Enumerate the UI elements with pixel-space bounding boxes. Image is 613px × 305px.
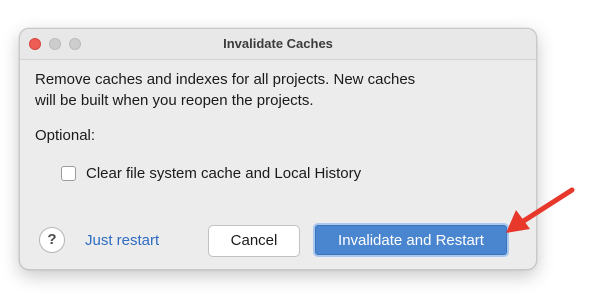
screenshot-stage: Invalidate Caches Remove caches and inde… (0, 0, 613, 305)
message-line-1: Remove caches and indexes for all projec… (35, 71, 416, 88)
just-restart-link[interactable]: Just restart (85, 232, 159, 249)
dialog-message: Remove caches and indexes for all projec… (35, 69, 515, 111)
help-icon[interactable]: ? (39, 227, 65, 253)
message-line-2: will be built when you reopen the projec… (35, 92, 314, 109)
cancel-button[interactable]: Cancel (208, 225, 300, 257)
clear-fs-cache-label[interactable]: Clear file system cache and Local Histor… (86, 165, 361, 182)
invalidate-and-restart-button[interactable]: Invalidate and Restart (313, 223, 509, 257)
invalidate-caches-dialog: Invalidate Caches Remove caches and inde… (19, 28, 537, 270)
dialog-title: Invalidate Caches (223, 36, 333, 51)
optional-label: Optional: (35, 127, 96, 144)
clear-fs-cache-checkbox[interactable] (61, 165, 76, 181)
title-bar: Invalidate Caches (20, 29, 536, 60)
clear-fs-cache-option[interactable]: Clear file system cache and Local Histor… (61, 163, 361, 183)
